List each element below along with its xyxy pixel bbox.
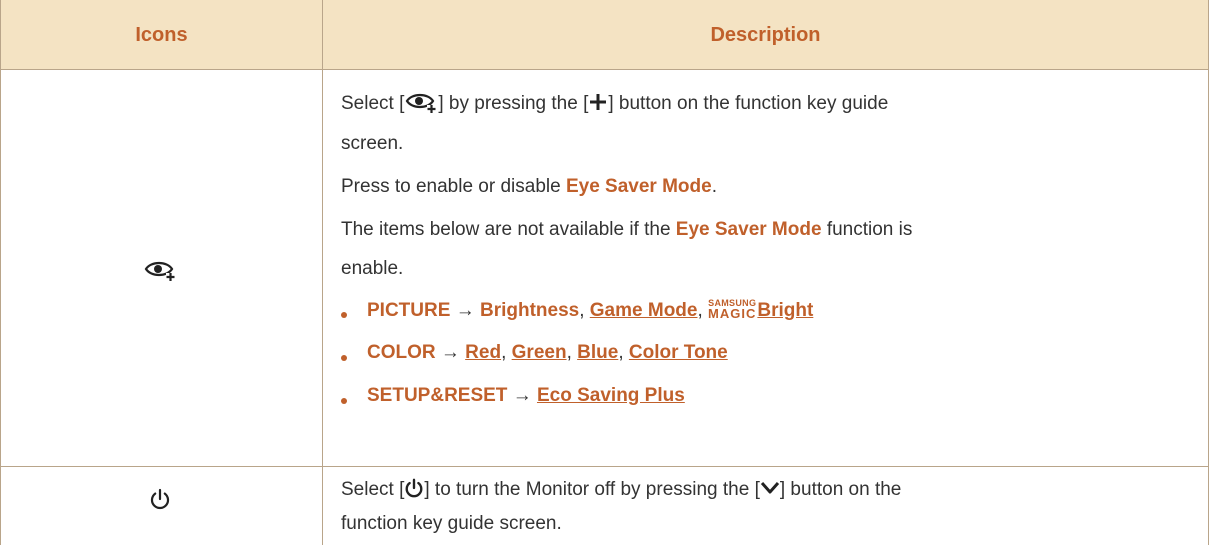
header-icons: Icons bbox=[135, 24, 188, 46]
bullet-dot bbox=[341, 312, 347, 318]
row1-text: Select [ bbox=[341, 93, 405, 114]
row1-line3: Press to enable or disable Eye Saver Mod… bbox=[341, 176, 717, 198]
row1-text: ] by pressing the [ bbox=[438, 93, 589, 114]
menu-picture: PICTURE bbox=[367, 300, 451, 321]
link-blue[interactable]: Blue bbox=[577, 342, 618, 363]
row-divider bbox=[1, 466, 1208, 467]
power-inline-icon bbox=[405, 478, 423, 498]
separator: , bbox=[579, 300, 590, 321]
eye-saver-icon bbox=[144, 261, 175, 281]
logo-magic: MAGIC bbox=[708, 306, 757, 321]
bullet-picture: PICTURE → Brightness, Game Mode, SAMSUNG… bbox=[367, 299, 813, 322]
row1-text: Press to enable or disable bbox=[341, 176, 566, 197]
row2-line1: Select [ ] to turn the Monitor off by pr… bbox=[341, 478, 901, 501]
row1-text: function is bbox=[821, 219, 913, 240]
separator: , bbox=[501, 342, 512, 363]
bullet-setup-reset: SETUP&RESET → Eco Saving Plus bbox=[367, 385, 685, 407]
function-table: Icons Description Select [ ] by pressing… bbox=[0, 0, 1209, 545]
row2-text: ] button on the bbox=[779, 479, 902, 500]
eye-saver-mode-label: Eye Saver Mode bbox=[565, 176, 712, 197]
row1-text: . bbox=[711, 176, 717, 197]
column-divider bbox=[322, 0, 323, 545]
link-game-mode[interactable]: Game Mode bbox=[590, 300, 698, 321]
link-green[interactable]: Green bbox=[512, 342, 567, 363]
header-description: Description bbox=[710, 24, 821, 46]
row2-line2: function key guide screen. bbox=[341, 513, 562, 534]
separator: , bbox=[697, 300, 709, 321]
bullet-dot bbox=[341, 398, 347, 404]
menu-color: COLOR bbox=[367, 342, 436, 363]
row1-text: ] button on the function key guide bbox=[608, 93, 889, 114]
row1-line4: The items below are not available if the… bbox=[341, 219, 912, 241]
eye-saver-inline-icon bbox=[406, 93, 437, 113]
link-eco-saving-plus[interactable]: Eco Saving Plus bbox=[537, 385, 685, 406]
arrow: → bbox=[512, 385, 532, 406]
row2-text: Select [ bbox=[341, 479, 405, 500]
plus-icon bbox=[590, 94, 607, 110]
separator: , bbox=[566, 342, 578, 363]
chevron-down-icon bbox=[760, 482, 779, 494]
item-brightness: Brightness bbox=[479, 300, 580, 321]
link-bright[interactable]: Bright bbox=[757, 300, 813, 321]
row1-line5: enable. bbox=[341, 258, 404, 279]
table-header: Icons Description bbox=[1, 0, 1208, 70]
arrow: → bbox=[455, 300, 475, 321]
power-icon bbox=[150, 488, 170, 510]
row1-text: The items below are not available if the bbox=[341, 219, 676, 240]
arrow: → bbox=[440, 342, 460, 363]
row2-text: ] to turn the Monitor off by pressing th… bbox=[424, 479, 760, 500]
link-color-tone[interactable]: Color Tone bbox=[629, 342, 728, 363]
row1-line2: screen. bbox=[341, 133, 404, 154]
samsung-magic-logo: SAMSUNG MAGIC bbox=[708, 299, 757, 321]
bullet-color: COLOR → Red, Green, Blue, Color Tone bbox=[367, 342, 728, 364]
separator: , bbox=[618, 342, 629, 363]
bullet-dot bbox=[341, 355, 347, 361]
eye-saver-mode-label: Eye Saver Mode bbox=[675, 219, 822, 240]
menu-setup-reset: SETUP&RESET bbox=[367, 385, 508, 406]
row1-line1: Select [ ] by pressing the [ ] button on… bbox=[341, 90, 888, 115]
link-red[interactable]: Red bbox=[465, 342, 501, 363]
